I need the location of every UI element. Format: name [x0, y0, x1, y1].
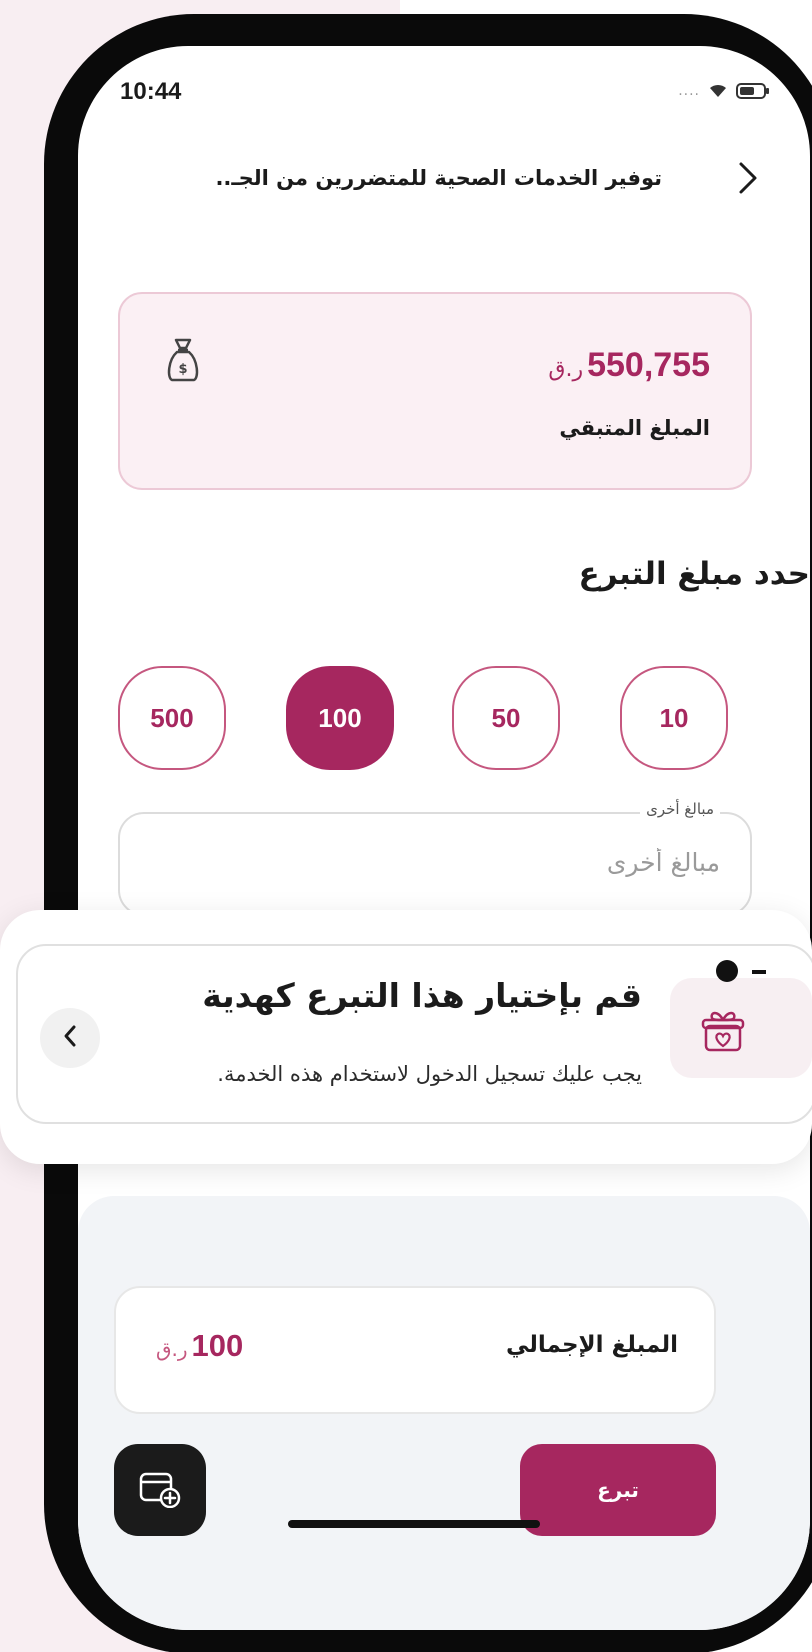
page-title: توفير الخدمات الصحية للمتضررين من الجـ.. [215, 166, 662, 190]
other-amount-label: مبالغ أخرى [640, 800, 720, 818]
back-button[interactable] [726, 158, 770, 202]
amount-option-10[interactable]: 10 [620, 666, 728, 770]
amount-option-500[interactable]: 500 [118, 666, 226, 770]
total-amount: ر.ق 100 [156, 1328, 243, 1364]
add-to-cart-button[interactable] [114, 1444, 206, 1536]
phone-screen: 10:44 .... توفير الخدمات الصحية للمتضرري… [78, 46, 810, 1630]
page-dot-indicator [716, 960, 738, 982]
total-value: 100 [191, 1328, 244, 1363]
status-icons: .... [678, 82, 770, 100]
gift-icon [700, 1008, 746, 1058]
amount-option-100[interactable]: 100 [286, 666, 394, 770]
status-time: 10:44 [120, 78, 182, 105]
total-card: المبلغ الإجمالي ر.ق 100 [114, 1286, 716, 1414]
remaining-value: 550,755 [587, 346, 710, 384]
page-dash-indicator [752, 970, 766, 974]
total-label: المبلغ الإجمالي [506, 1332, 678, 1358]
moneybag-icon: $ [164, 336, 202, 388]
amount-option-50[interactable]: 50 [452, 666, 560, 770]
donation-amount-title: حدد مبلغ التبرع [578, 556, 810, 592]
remaining-amount-card: $ ر.ق 550,755 المبلغ المتبقي [118, 292, 752, 490]
remaining-amount: ر.ق 550,755 [548, 346, 710, 385]
gift-banner-subtitle: يجب عليك تسجيل الدخول لاستخدام هذه الخدم… [217, 1062, 642, 1086]
total-currency: ر.ق [156, 1337, 188, 1361]
battery-icon [736, 82, 770, 100]
other-amount-input[interactable] [160, 848, 720, 877]
chevron-left-icon [62, 1024, 78, 1052]
signal-dots: .... [678, 83, 700, 99]
gift-banner-chevron[interactable] [40, 1008, 100, 1068]
home-indicator [288, 1520, 540, 1528]
gift-banner-title: قم بإختيار هذا التبرع كهدية [202, 976, 642, 1015]
cart-add-icon [138, 1468, 182, 1512]
other-amount-field[interactable]: مبالغ أخرى [118, 800, 752, 916]
svg-text:$: $ [178, 362, 187, 377]
donation-summary-sheet: المبلغ الإجمالي ر.ق 100 تبرع [78, 1196, 810, 1630]
chevron-right-icon [737, 161, 759, 199]
remaining-label: المبلغ المتبقي [559, 416, 710, 440]
wifi-icon [708, 83, 728, 99]
donate-button[interactable]: تبرع [520, 1444, 716, 1536]
remaining-currency: ر.ق [548, 357, 584, 382]
